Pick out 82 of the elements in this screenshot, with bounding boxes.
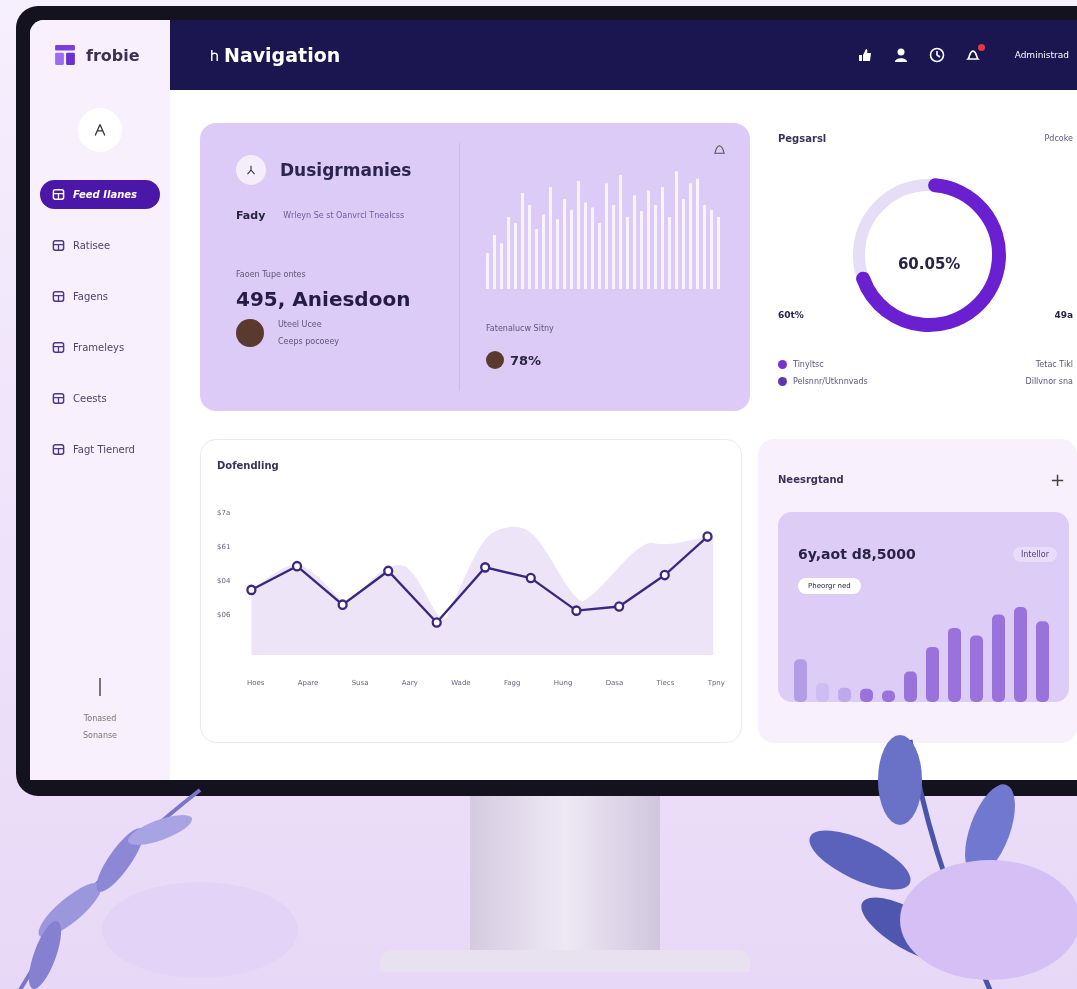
- scroll-indicator: [99, 678, 101, 696]
- profile-avatar[interactable]: [78, 108, 122, 152]
- footer-link[interactable]: Sonanse: [82, 731, 118, 740]
- person-detail: Ceeps pocoeey: [278, 337, 340, 346]
- brand-name: frobie: [86, 45, 140, 65]
- legend-label: Pelsnnr/Utknnvads: [793, 377, 868, 386]
- chart-bar: [860, 688, 873, 702]
- chart-bar: [514, 223, 517, 289]
- chart-bar: [717, 217, 720, 289]
- grid-icon: [52, 188, 65, 201]
- data-point: [702, 531, 714, 542]
- chart-bar: [493, 235, 496, 289]
- data-point: [659, 569, 671, 581]
- chart-bar: [926, 646, 939, 702]
- sidebar-item[interactable]: Ratisee: [40, 231, 160, 260]
- data-point: [614, 601, 625, 612]
- data-point: [480, 562, 491, 573]
- notification-icon[interactable]: [964, 47, 981, 63]
- data-point: [526, 572, 537, 584]
- period-chip[interactable]: Intellor: [1012, 546, 1057, 562]
- clock-icon[interactable]: [928, 47, 945, 63]
- chart-bar: [794, 659, 807, 702]
- legend-label: Tinyltsc: [793, 360, 824, 369]
- thumbs-up-icon[interactable]: [856, 47, 873, 63]
- card-title: Dusigrmanies: [280, 160, 412, 180]
- grid-icon: [52, 239, 65, 252]
- rate-value: 78%: [510, 352, 542, 368]
- sidebar-item[interactable]: Fagens: [40, 282, 160, 311]
- note-text: Tetac Tikl: [1035, 360, 1073, 369]
- logo-badge: [236, 155, 266, 185]
- user-name[interactable]: Administrad: [1014, 50, 1069, 60]
- rate-label: Fatenalucw Sitny: [486, 324, 554, 333]
- card-title: Neesrgtand: [778, 474, 844, 485]
- data-point: [431, 617, 443, 628]
- stat-label: Faoen Tupe ontes: [236, 270, 307, 279]
- user-icon[interactable]: [892, 47, 909, 63]
- chart-bar: [838, 687, 851, 702]
- data-point: [246, 584, 257, 596]
- footer-link[interactable]: Tonased: [83, 714, 117, 723]
- right-value: 49a: [1054, 310, 1073, 320]
- chart-bar: [556, 219, 559, 289]
- card-tag: Fady: [236, 209, 266, 222]
- chart-bar: [882, 690, 895, 702]
- bell-icon[interactable]: [713, 143, 726, 156]
- chart-bar: [507, 217, 510, 289]
- note-text: Dillvnor sna: [1025, 377, 1073, 386]
- nav-icon: [210, 48, 219, 62]
- chart-bar: [970, 635, 983, 702]
- chart-bar: [904, 671, 917, 702]
- avatar: [236, 319, 264, 347]
- data-point: [571, 605, 582, 616]
- chart-bar: [486, 253, 489, 289]
- donut-value: 60.05%: [897, 254, 961, 273]
- card-title: Pegsarsl: [778, 133, 827, 144]
- add-button[interactable]: +: [1045, 469, 1069, 490]
- chart-bar: [500, 243, 503, 289]
- avatar: [486, 351, 504, 369]
- chart-bar: [626, 217, 629, 289]
- grid-icon: [52, 392, 65, 405]
- sidebar-item[interactable]: Fagt Tienerd: [40, 435, 160, 464]
- grid-icon: [52, 290, 65, 303]
- page-title: Navigation: [210, 44, 341, 66]
- data-point: [383, 565, 394, 577]
- sidebar-item[interactable]: Frameleys: [40, 333, 160, 362]
- sidebar-item[interactable]: Feed Ilanes: [40, 180, 160, 209]
- chart-bar: [535, 229, 538, 289]
- left-value: 60t%: [778, 310, 804, 320]
- chart-bar: [816, 683, 829, 702]
- chart-bar: [598, 223, 601, 289]
- stat-value: 495, Aniesdoon: [236, 287, 412, 311]
- sidebar-item[interactable]: Ceests: [40, 384, 160, 413]
- card-title: Dofendling: [217, 460, 280, 471]
- card-subtitle: Wrleyn Se st Oanvrcl Tnealcss: [283, 211, 405, 220]
- grid-icon: [52, 443, 65, 456]
- person-detail: Uteel Ucee: [278, 320, 323, 329]
- grid-icon: [52, 341, 65, 354]
- chart-bar: [668, 217, 671, 289]
- data-point: [337, 599, 349, 610]
- data-point: [292, 560, 303, 572]
- card-link[interactable]: Pdcoke: [1044, 134, 1073, 143]
- logo-icon: [54, 44, 76, 66]
- balance-amount: 6y,aot d8,5000: [798, 546, 916, 562]
